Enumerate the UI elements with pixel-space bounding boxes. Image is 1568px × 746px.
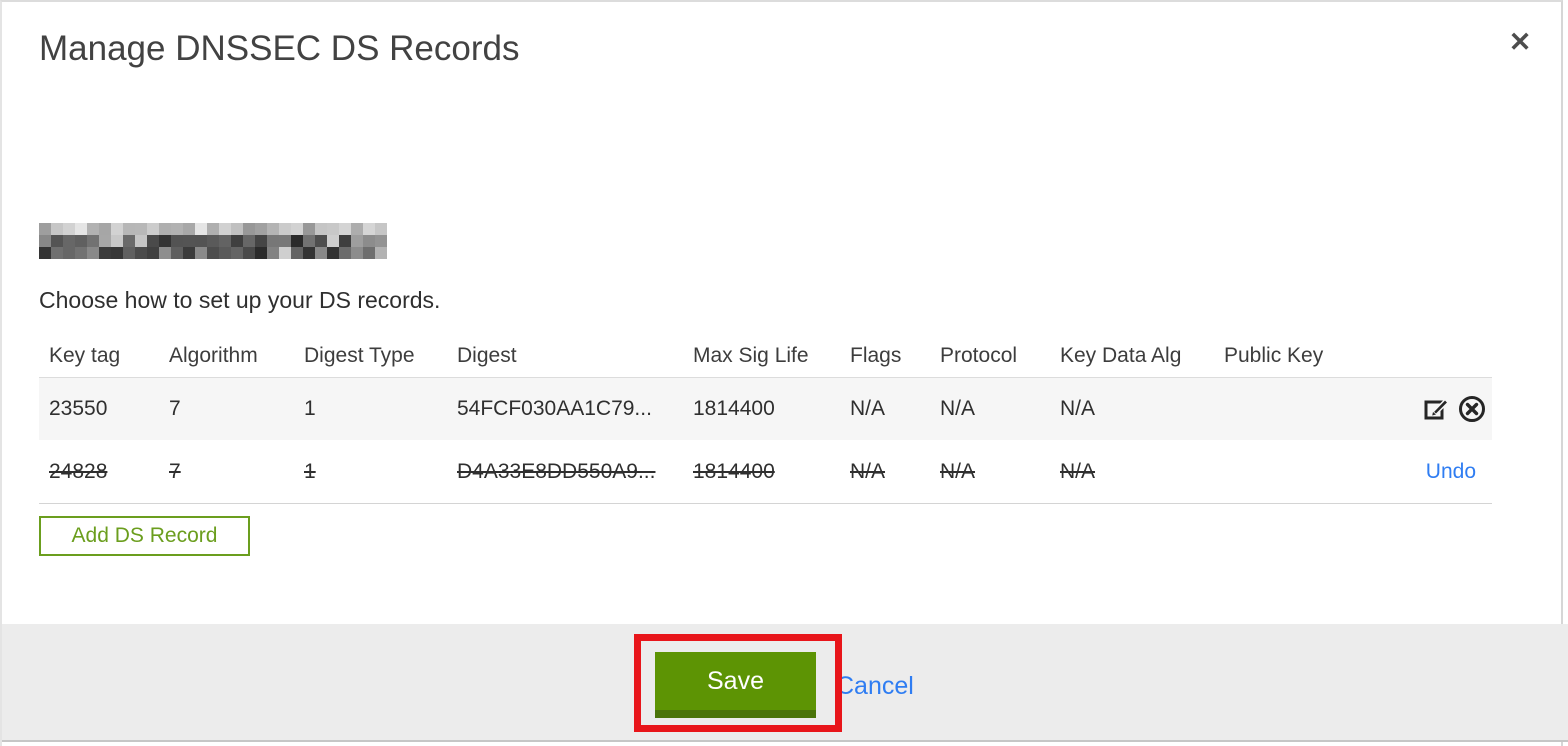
cell-protocol: N/A: [940, 459, 976, 483]
delete-record-icon[interactable]: [1456, 393, 1488, 425]
cell-key-tag: 24828: [49, 459, 108, 483]
column-header-public-key: Public Key: [1224, 344, 1324, 367]
add-ds-record-button[interactable]: Add DS Record: [39, 516, 250, 556]
cell-max-sig-life: 1814400: [693, 397, 775, 420]
close-icon[interactable]: ✕: [1498, 20, 1542, 64]
cell-digest-type: 1: [304, 459, 316, 483]
cell-key-data-alg: N/A: [1060, 459, 1096, 483]
table-row: 24828 7 1 D4A33E8DD550A9... 1814400 N/A …: [39, 440, 1492, 504]
dialog-bottom-edge: [2, 740, 1568, 742]
manage-dnssec-dialog: Manage DNSSEC DS Records ✕ Choose how to…: [0, 0, 1568, 746]
column-header-algorithm: Algorithm: [169, 344, 258, 367]
cell-digest: 54FCF030AA1C79...: [457, 397, 652, 420]
cell-key-data-alg: N/A: [1060, 397, 1096, 420]
row-actions: [1354, 393, 1492, 425]
undo-link[interactable]: Undo: [1426, 460, 1488, 484]
cell-protocol: N/A: [940, 397, 976, 420]
column-header-key-tag: Key tag: [49, 344, 121, 367]
column-header-key-data-alg: Key Data Alg: [1060, 344, 1182, 367]
cell-flags: N/A: [850, 397, 886, 420]
table-header-row: Key tag Algorithm Digest Type Digest Max…: [39, 335, 1492, 377]
cell-digest-type: 1: [304, 397, 316, 420]
cell-max-sig-life: 1814400: [693, 459, 775, 483]
cancel-link[interactable]: Cancel: [836, 670, 914, 702]
cell-algorithm: 7: [169, 397, 181, 420]
column-header-flags: Flags: [850, 344, 902, 367]
cell-digest: D4A33E8DD550A9...: [457, 459, 656, 483]
column-header-digest: Digest: [457, 344, 517, 367]
page-title: Manage DNSSEC DS Records: [39, 29, 520, 68]
column-header-max-sig-life: Max Sig Life: [693, 344, 809, 367]
column-header-digest-type: Digest Type: [304, 344, 415, 367]
cell-key-tag: 23550: [49, 397, 108, 420]
cell-algorithm: 7: [169, 459, 181, 483]
column-header-protocol: Protocol: [940, 344, 1018, 367]
redacted-domain-name: [39, 223, 387, 259]
instruction-text: Choose how to set up your DS records.: [39, 287, 441, 313]
edit-record-icon[interactable]: [1421, 393, 1453, 425]
ds-records-table: Key tag Algorithm Digest Type Digest Max…: [39, 335, 1492, 504]
save-button[interactable]: Save: [655, 652, 816, 718]
cell-flags: N/A: [850, 459, 886, 483]
table-row: 23550 7 1 54FCF030AA1C79... 1814400 N/A …: [39, 377, 1492, 440]
row-actions: Undo: [1354, 460, 1492, 484]
